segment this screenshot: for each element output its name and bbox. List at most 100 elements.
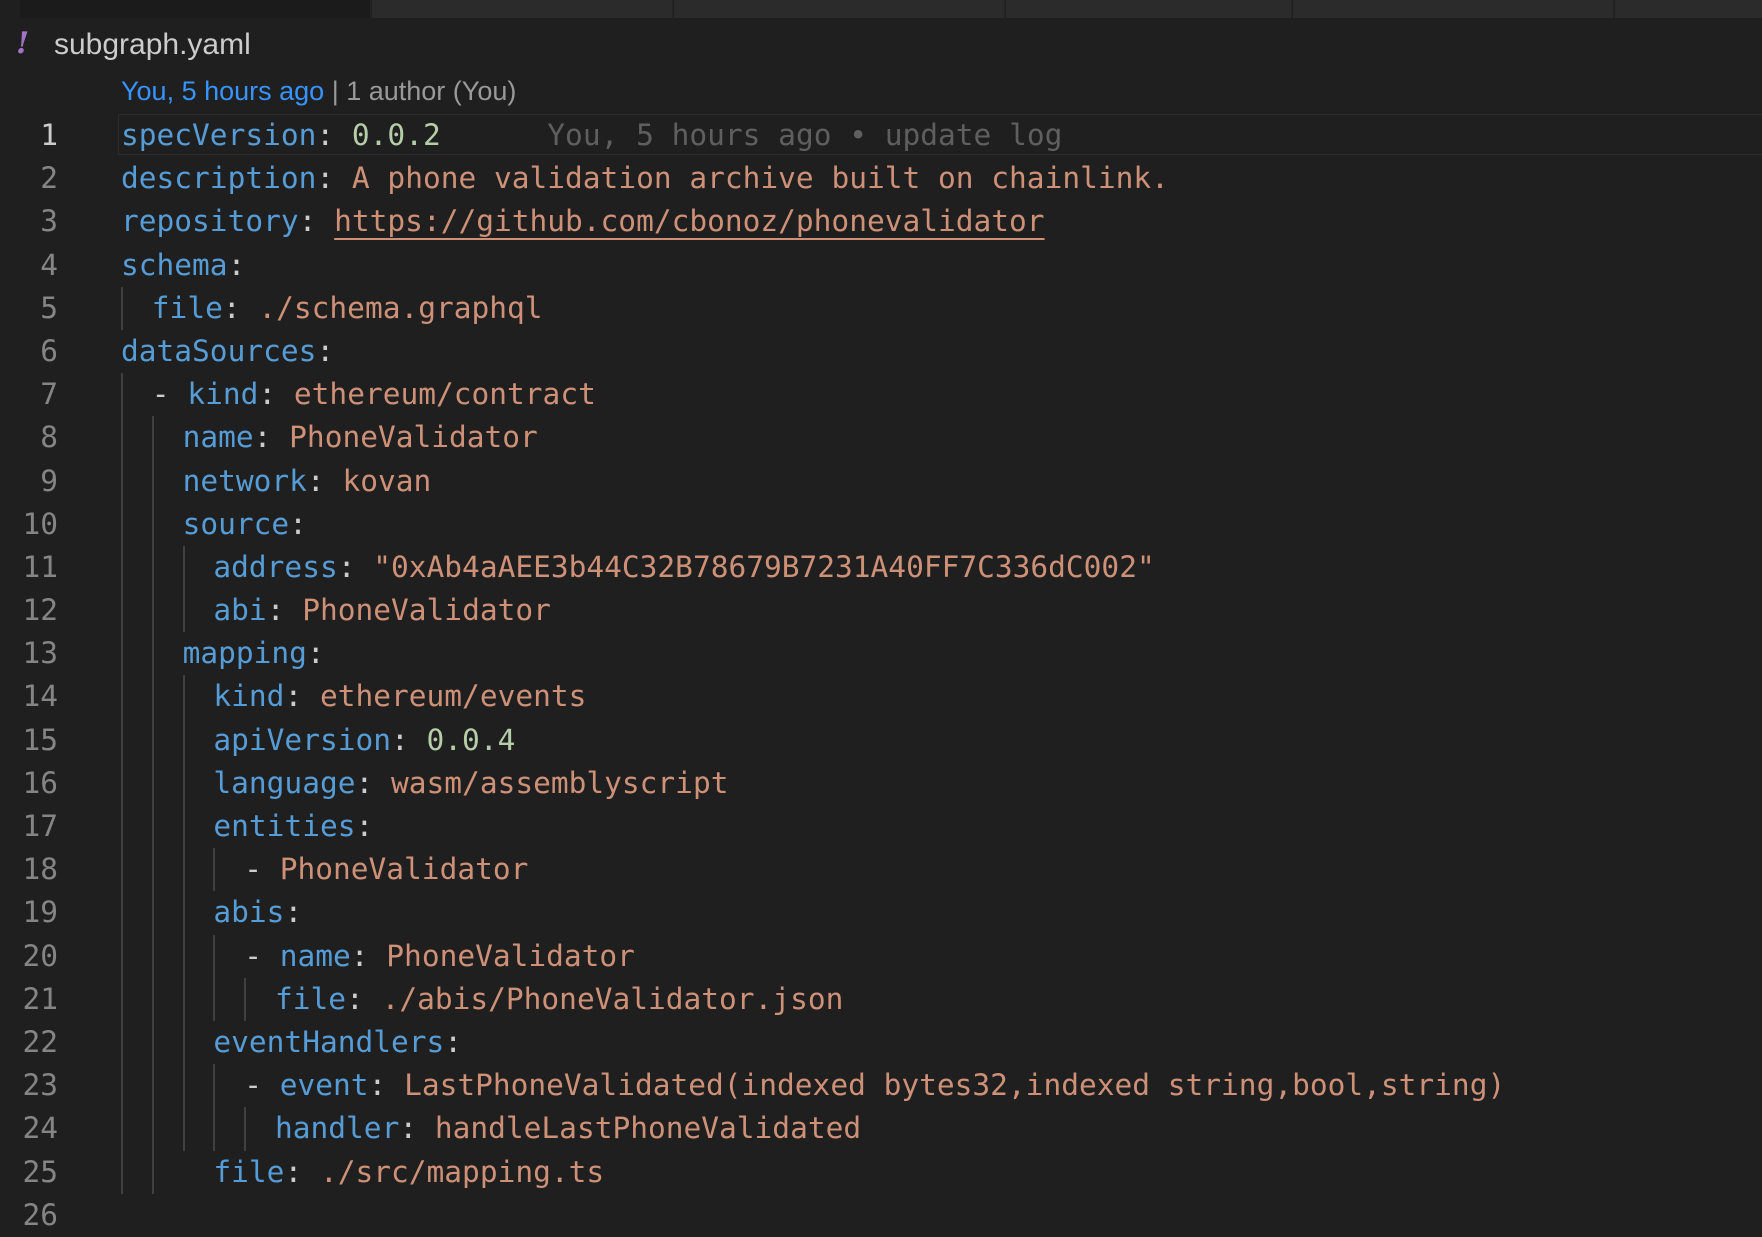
code-line[interactable]: 10 source: xyxy=(0,502,1762,546)
line-number[interactable]: 5 xyxy=(0,287,58,330)
code-line[interactable]: 13 mapping: xyxy=(0,632,1762,676)
line-number[interactable]: 14 xyxy=(0,675,58,718)
code-line[interactable]: 23 - event: LastPhoneValidated(indexed by… xyxy=(0,1064,1762,1108)
code-line[interactable]: 24 handler: handleLastPhoneValidated xyxy=(0,1107,1762,1151)
code-text: - kind: ethereum/contract xyxy=(152,373,596,416)
git-blame-codelens: You, 5 hours ago | 1 author (You) xyxy=(121,76,516,112)
blame-gap xyxy=(441,118,548,152)
code-line[interactable]: 22 eventHandlers: xyxy=(0,1020,1762,1065)
indent-guide xyxy=(213,848,216,892)
indent-guide xyxy=(121,977,123,1021)
yaml-link-value[interactable]: https://github.com/cbonoz/phonevalidator xyxy=(334,204,1044,238)
line-number[interactable]: 10 xyxy=(0,503,58,546)
code-line[interactable]: 17 entities: xyxy=(0,805,1762,849)
indent-guide xyxy=(182,891,185,935)
line-number[interactable]: 7 xyxy=(0,373,58,416)
line-number[interactable]: 11 xyxy=(0,546,58,589)
code-line[interactable]: 6 dataSources: xyxy=(0,330,1762,373)
code-line[interactable]: 21 file: ./abis/PhoneValidator.json xyxy=(0,977,1762,1021)
line-number[interactable]: 24 xyxy=(0,1107,58,1150)
line-number[interactable]: 13 xyxy=(0,632,58,675)
line-number[interactable]: 17 xyxy=(0,805,58,848)
codelens-author-time-link[interactable]: You, 5 hours ago xyxy=(121,76,324,106)
indent-guide xyxy=(151,934,154,978)
code-text: language: wasm/assemblyscript xyxy=(213,762,728,805)
yaml-value: kovan xyxy=(342,463,432,498)
line-number[interactable]: 2 xyxy=(0,157,58,200)
code-line[interactable]: 20 - name: PhoneValidator xyxy=(0,934,1762,978)
indent-guide xyxy=(151,545,154,590)
code-line[interactable]: 8 name: PhoneValidator xyxy=(0,416,1762,460)
line-number[interactable]: 9 xyxy=(0,460,58,503)
code-line[interactable]: 5 file: ./schema.graphql xyxy=(0,286,1762,330)
indent-guide xyxy=(182,761,185,805)
line-number[interactable]: 23 xyxy=(0,1064,58,1107)
code-line[interactable]: 19 abis: xyxy=(0,891,1762,935)
yaml-value: LastPhoneValidated(indexed bytes32,index… xyxy=(404,1068,1506,1103)
indent-guide xyxy=(151,1107,154,1151)
yaml-list-dash: - xyxy=(244,1068,280,1103)
code-line[interactable]: 12 abi: PhoneValidator xyxy=(0,589,1762,633)
line-number[interactable]: 26 xyxy=(0,1194,58,1237)
code-text: - PhoneValidator xyxy=(244,848,528,891)
code-line[interactable]: 16 language: wasm/assemblyscript xyxy=(0,761,1762,805)
code-line[interactable]: 18 - PhoneValidator xyxy=(0,848,1762,892)
code-line[interactable]: 11 address: "0xAb4aAEE3b44C32B78679B7231A… xyxy=(0,545,1762,590)
line-number[interactable]: 8 xyxy=(0,416,58,459)
yaml-colon: : xyxy=(350,938,387,973)
line-number[interactable]: 4 xyxy=(0,244,58,287)
code-line[interactable]: 3 repository: https://github.com/cbonoz/p… xyxy=(0,200,1762,243)
code-editor[interactable]: 1 specVersion: 0.0.2 You, 5 hours ago • u… xyxy=(0,114,1762,1237)
yaml-key: kind xyxy=(187,377,259,412)
indent-guide xyxy=(121,632,123,676)
line-number[interactable]: 19 xyxy=(0,891,58,934)
code-line[interactable]: 9 network: kovan xyxy=(0,459,1762,503)
code-text: repository: https://github.com/cbonoz/ph… xyxy=(121,200,1045,243)
line-number[interactable]: 18 xyxy=(0,848,58,891)
line-number[interactable]: 12 xyxy=(0,589,58,632)
yaml-key: file xyxy=(213,1154,285,1189)
codelens-authors-link[interactable]: 1 author (You) xyxy=(346,76,516,106)
tab-active[interactable] xyxy=(20,0,371,18)
code-line[interactable]: 26 xyxy=(0,1194,1762,1237)
line-number[interactable]: 20 xyxy=(0,935,58,978)
line-number[interactable]: 6 xyxy=(0,330,58,373)
line-number[interactable]: 22 xyxy=(0,1021,58,1064)
tab[interactable] xyxy=(1615,0,1762,18)
tab[interactable] xyxy=(674,0,1005,18)
indent-guide xyxy=(121,761,123,805)
yaml-colon: : xyxy=(316,161,352,196)
code-line[interactable]: 14 kind: ethereum/events xyxy=(0,675,1762,719)
code-line[interactable]: 4 schema: xyxy=(0,244,1762,287)
yaml-colon: : xyxy=(284,895,303,930)
tab[interactable] xyxy=(1006,0,1292,18)
code-line[interactable]: 1 specVersion: 0.0.2 You, 5 hours ago • u… xyxy=(0,114,1762,157)
code-line[interactable]: 2 description: A phone validation archive… xyxy=(0,157,1762,200)
line-number[interactable]: 3 xyxy=(0,200,58,243)
line-number[interactable]: 21 xyxy=(0,978,58,1021)
indent-guide xyxy=(182,718,185,762)
yaml-colon: : xyxy=(266,593,303,628)
indent-guide xyxy=(121,459,123,503)
line-number[interactable]: 25 xyxy=(0,1151,58,1194)
line-number[interactable]: 15 xyxy=(0,719,58,762)
breadcrumb-file-name[interactable]: subgraph.yaml xyxy=(54,28,251,62)
code-line[interactable]: 15 apiVersion: 0.0.4 xyxy=(0,718,1762,762)
yaml-key: address xyxy=(213,549,338,584)
yaml-list-dash: - xyxy=(244,852,280,887)
indent-guide xyxy=(121,891,123,935)
line-number[interactable]: 16 xyxy=(0,762,58,805)
code-line[interactable]: 7 - kind: ethereum/contract xyxy=(0,373,1762,417)
indent-guide xyxy=(121,1107,123,1151)
line-number[interactable]: 1 xyxy=(0,114,58,157)
code-text: - event: LastPhoneValidated(indexed byte… xyxy=(244,1064,1505,1107)
tab[interactable] xyxy=(372,0,673,18)
yaml-key: repository xyxy=(121,204,299,239)
code-text: kind: ethereum/events xyxy=(213,675,586,718)
indent-guide xyxy=(121,805,123,849)
indent-guide xyxy=(121,286,123,330)
yaml-colon: : xyxy=(306,463,343,498)
tab[interactable] xyxy=(1293,0,1614,18)
indent-guide xyxy=(121,1150,123,1194)
code-line[interactable]: 25 file: ./src/mapping.ts xyxy=(0,1150,1762,1194)
